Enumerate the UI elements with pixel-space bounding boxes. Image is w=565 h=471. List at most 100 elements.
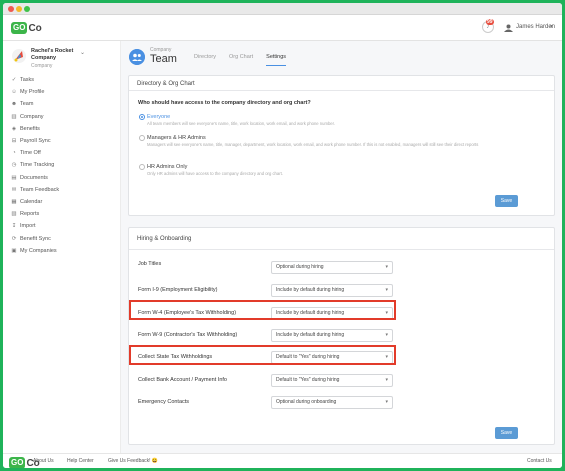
directory-settings-card: Directory & Org Chart Who should have ac… — [128, 75, 555, 216]
sync-icon: ⟳ — [11, 235, 17, 242]
job-titles-select[interactable]: Optional during hiring ▾ — [271, 261, 393, 274]
building-icon: ▥ — [11, 113, 17, 120]
chevron-down-icon: ▾ — [385, 332, 388, 338]
clock-icon: ◔ — [12, 150, 16, 157]
sidebar-item-label: Team Feedback — [20, 186, 60, 193]
calendar-icon: ▦ — [11, 198, 17, 205]
w9-select[interactable]: Include by default during hiring ▾ — [271, 329, 393, 342]
user-avatar[interactable] — [503, 24, 514, 32]
radio-button[interactable] — [139, 135, 145, 141]
sidebar: Rachel's Rocket Company Company ⌄ ✓ Tasks… — [3, 41, 121, 453]
document-icon: ▤ — [11, 174, 17, 181]
sidebar-item-time-tracking[interactable]: ◷ Time Tracking — [11, 159, 59, 171]
sidebar-item-benefits[interactable]: ◈ Benefits — [11, 123, 59, 135]
radio-description: Managers will see everyone's name, title… — [147, 142, 479, 147]
reports-icon: ▧ — [11, 211, 17, 218]
card-title: Hiring & Onboarding — [129, 228, 554, 250]
select-value: Optional during hiring — [276, 264, 324, 270]
radio-button[interactable] — [139, 114, 145, 120]
chevron-down-icon: ▾ — [385, 399, 388, 405]
tab-directory[interactable]: Directory — [194, 54, 216, 66]
sidebar-item-label: My Profile — [20, 89, 45, 96]
sidebar-item-label: Time Off — [20, 150, 41, 157]
payroll-icon: ⊟ — [11, 138, 17, 145]
radio-button[interactable] — [139, 164, 145, 170]
sidebar-item-calendar[interactable]: ▦ Calendar — [11, 196, 59, 208]
footer-link-about[interactable]: About Us — [33, 458, 54, 464]
form-label: Form I-9 (Employment Eligibility) — [138, 287, 218, 293]
highlight-box-state-tax — [129, 345, 396, 365]
footer-link-feedback[interactable]: Give Us Feedback! 😀 — [108, 458, 158, 464]
page-title: Team — [150, 53, 177, 65]
access-question: Who should have access to the company di… — [138, 100, 311, 106]
highlight-box-w4 — [129, 300, 396, 320]
stopwatch-icon: ◷ — [11, 162, 17, 169]
tab-org-chart[interactable]: Org Chart — [229, 54, 253, 66]
tab-settings[interactable]: Settings — [266, 54, 287, 66]
form-label: Job Titles — [138, 261, 162, 267]
footer-link-help-center[interactable]: Help Center — [67, 458, 94, 464]
sidebar-item-label: Time Tracking — [20, 162, 55, 169]
chevron-down-icon: ▾ — [385, 264, 388, 270]
sidebar-item-label: Calendar — [20, 198, 43, 205]
save-button[interactable]: Save — [495, 427, 518, 439]
select-value: Optional during onboarding — [276, 399, 337, 405]
select-value: Default to "Yes" during hiring — [276, 377, 340, 383]
save-button[interactable]: Save — [495, 195, 518, 207]
form-row-emergency-contacts: Emergency Contacts Optional during onboa… — [138, 396, 538, 410]
i9-select[interactable]: Include by default during hiring ▾ — [271, 284, 393, 297]
chevron-down-icon[interactable]: ▾ — [550, 23, 553, 30]
app-logo[interactable]: GO Co — [11, 21, 42, 35]
bank-account-select[interactable]: Default to "Yes" during hiring ▾ — [271, 374, 393, 387]
sidebar-item-label: Tasks — [20, 77, 35, 84]
minimize-window-button[interactable] — [16, 6, 22, 12]
notification-count-badge: 99 — [486, 19, 494, 25]
user-icon: ☺ — [11, 89, 17, 96]
sidebar-item-label: Team — [20, 101, 34, 108]
sidebar-item-import[interactable]: ↧ Import — [11, 220, 59, 232]
logo-suffix: Co — [28, 22, 42, 34]
team-icon — [129, 49, 145, 65]
sidebar-item-my-profile[interactable]: ☺ My Profile — [11, 86, 59, 98]
hiring-onboarding-card: Hiring & Onboarding Job Titles Optional … — [128, 227, 555, 445]
team-icon: ☻ — [11, 101, 17, 108]
sidebar-item-team-feedback[interactable]: ✉ Team Feedback — [11, 184, 59, 196]
check-icon: ✓ — [11, 77, 17, 84]
chevron-down-icon[interactable]: ⌄ — [80, 49, 85, 56]
company-name: Rachel's Rocket Company — [31, 48, 74, 61]
form-row-w9: Form W-9 (Contractor's Tax Withholding) … — [138, 329, 538, 343]
company-switcher[interactable]: Rachel's Rocket Company Company ⌄ — [11, 46, 119, 72]
sidebar-item-label: Documents — [20, 174, 48, 181]
maximize-window-button[interactable] — [24, 6, 30, 12]
sidebar-item-time-off[interactable]: ◔ Time Off — [11, 147, 59, 159]
sidebar-item-my-companies[interactable]: ▣ My Companies — [11, 245, 59, 257]
sidebar-item-label: Payroll Sync — [20, 138, 51, 145]
sidebar-item-documents[interactable]: ▤ Documents — [11, 172, 59, 184]
sidebar-item-tasks[interactable]: ✓ Tasks — [11, 74, 59, 86]
page-tabs: Directory Org Chart Settings — [194, 54, 299, 66]
company-subtitle: Company — [31, 63, 53, 69]
sidebar-item-company[interactable]: ▥ Company — [11, 111, 59, 123]
select-value: Include by default during hiring — [276, 332, 345, 338]
sidebar-item-label: My Companies — [20, 247, 57, 254]
emergency-contacts-select[interactable]: Optional during onboarding ▾ — [271, 396, 393, 409]
form-row-i9: Form I-9 (Employment Eligibility) Includ… — [138, 284, 538, 298]
feedback-icon: ✉ — [11, 186, 17, 193]
close-window-button[interactable] — [8, 6, 14, 12]
shield-icon: ◈ — [11, 125, 17, 132]
sidebar-item-payroll-sync[interactable]: ⊟ Payroll Sync — [11, 135, 59, 147]
sidebar-item-team[interactable]: ☻ Team — [11, 98, 59, 110]
radio-description: All team members will see everyone's nam… — [147, 121, 335, 126]
sidebar-item-benefit-sync[interactable]: ⟳ Benefit Sync — [11, 232, 59, 244]
sidebar-item-label: Company — [20, 113, 44, 120]
sidebar-item-reports[interactable]: ▧ Reports — [11, 208, 59, 220]
form-label: Collect Bank Account / Payment Info — [138, 377, 227, 383]
radio-label: Everyone — [147, 114, 171, 120]
footer-link-contact[interactable]: Contact Us — [527, 458, 552, 464]
logo-badge: GO — [9, 457, 26, 468]
form-label: Form W-9 (Contractor's Tax Withholding) — [138, 332, 238, 338]
app-window: GO Co ♪ 99 James Harden ▾ Rachel's Rocke… — [3, 3, 562, 468]
logo-badge: GO — [11, 22, 28, 34]
window-titlebar — [3, 3, 562, 15]
sidebar-item-label: Reports — [20, 211, 40, 218]
